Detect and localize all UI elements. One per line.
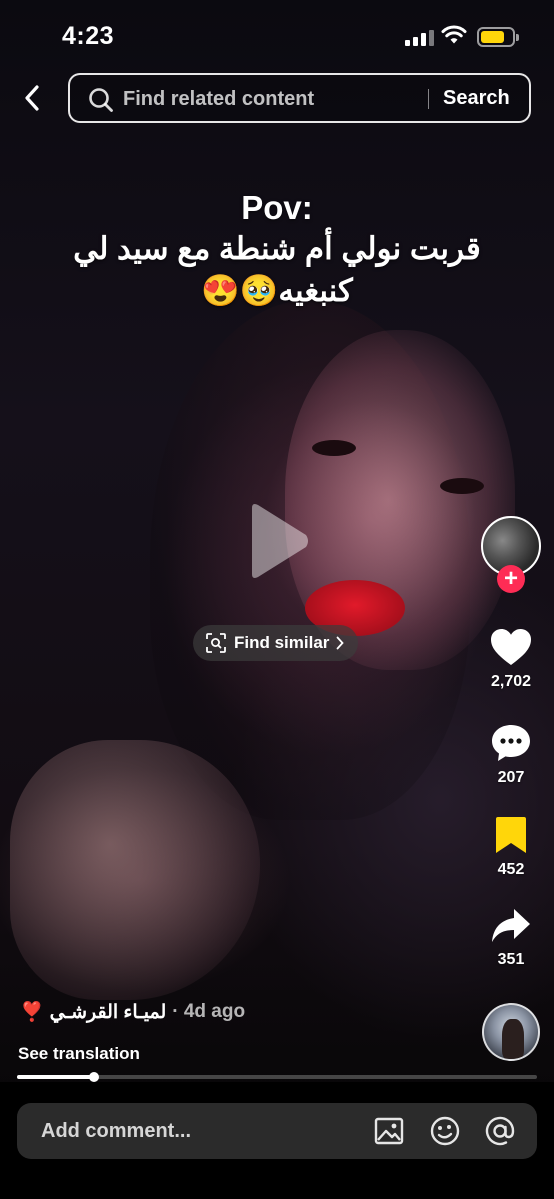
chevron-right-icon (337, 636, 345, 650)
share-icon (492, 909, 530, 942)
video-eye-right (440, 478, 484, 494)
music-disc[interactable] (482, 1003, 540, 1061)
video-hand (10, 740, 260, 1000)
mention-icon[interactable] (484, 1115, 516, 1147)
share-count: 351 (497, 951, 525, 968)
video-eye-left (312, 440, 356, 456)
video-progress-bar[interactable] (17, 1072, 537, 1082)
save-count: 452 (497, 861, 525, 878)
search-bar[interactable]: Find related content Search (68, 73, 531, 123)
image-icon[interactable] (373, 1115, 405, 1147)
search-icon (89, 88, 113, 112)
search-button[interactable]: Search (443, 87, 510, 110)
caption-title: Pov: (241, 189, 313, 226)
like-button[interactable]: 2,702 (476, 627, 546, 691)
comment-input[interactable]: Add comment... (17, 1103, 537, 1159)
status-time: 4:23 (62, 22, 115, 50)
share-button[interactable]: 351 (476, 907, 546, 969)
comment-placeholder: Add comment... (41, 1120, 192, 1142)
status-bar: 4:23 (0, 0, 554, 70)
video-screen[interactable]: 4:23 Find related content Search Pov: قر… (0, 0, 554, 1199)
comment-icon (492, 725, 530, 761)
battery-icon (477, 27, 519, 47)
comment-count: 207 (497, 769, 525, 786)
author-line: ❣️ لميـاء القرشـي · 4d ago (20, 1000, 245, 1024)
bottom-bar: Add comment... (0, 1082, 554, 1199)
signal-icon (405, 30, 434, 46)
emoji-icon[interactable] (429, 1115, 461, 1147)
plus-icon: + (503, 565, 518, 592)
find-similar-label: Find similar (234, 633, 330, 652)
search-input[interactable]: Find related content (123, 88, 314, 111)
caption-line-2: كنبغيه🥹😍 (201, 273, 353, 308)
bookmark-icon (496, 817, 526, 853)
post-time: · 4d ago (172, 1001, 246, 1022)
find-similar-button[interactable]: Find similar (193, 625, 359, 661)
chevron-left-icon (25, 85, 39, 111)
follow-button[interactable]: + (497, 565, 525, 593)
music-disc-figure (502, 1019, 524, 1059)
save-button[interactable]: 452 (476, 815, 546, 879)
heart-exclamation-emoji: ❣️ (20, 1002, 44, 1023)
caption-line-1: قربت نولي أم شنطة مع سيد لي (73, 231, 481, 266)
video-caption: Pov: قربت نولي أم شنطة مع سيد لي كنبغيه🥹… (20, 188, 534, 312)
back-button[interactable] (14, 80, 50, 116)
author-name[interactable]: لميـاء القرشـي (50, 1001, 167, 1024)
search-divider (428, 89, 429, 109)
like-count: 2,702 (490, 673, 532, 690)
see-translation-link[interactable]: See translation (18, 1044, 140, 1064)
comment-button[interactable]: 207 (476, 723, 546, 787)
progress-knob[interactable] (88, 1072, 99, 1082)
wifi-icon (441, 25, 467, 44)
play-icon[interactable] (246, 502, 310, 580)
heart-icon (491, 629, 531, 665)
progress-fill (17, 1075, 94, 1079)
image-search-icon (206, 633, 226, 653)
